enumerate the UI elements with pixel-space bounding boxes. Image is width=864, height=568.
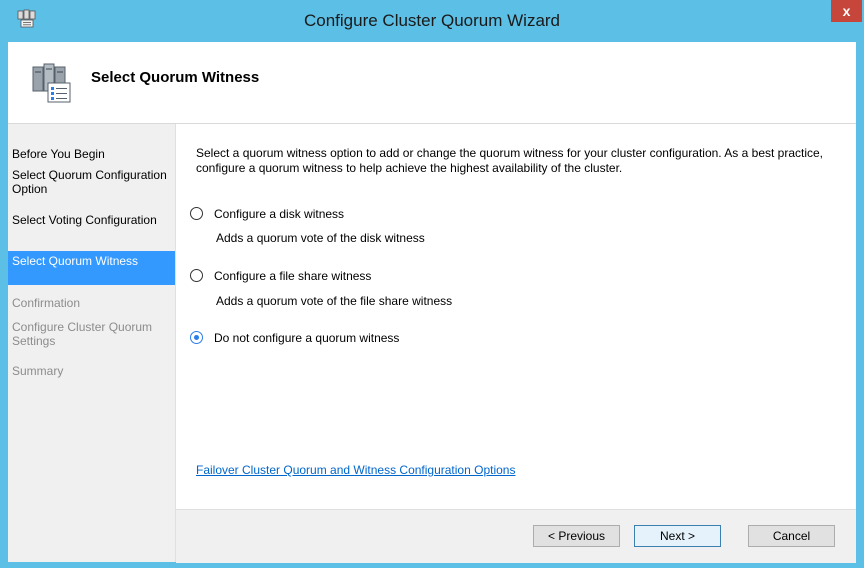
previous-button[interactable]: < Previous [533,525,620,547]
page-title: Select Quorum Witness [91,69,260,86]
cancel-button[interactable]: Cancel [748,525,835,547]
step-confirmation: Confirmation [12,296,81,310]
step-summary: Summary [12,364,64,378]
wizard-content: Select a quorum witness option to add or… [176,124,856,509]
step-select-quorum-witness[interactable]: Select Quorum Witness [8,251,175,285]
file-share-witness-label[interactable]: Configure a file share witness [214,269,371,283]
wizard-footer: < Previous Next > Cancel [176,509,856,563]
close-button[interactable]: x [831,0,862,22]
file-share-witness-radio[interactable] [190,269,203,282]
instructions-text: Select a quorum witness option to add or… [196,146,824,175]
quorum-help-link[interactable]: Failover Cluster Quorum and Witness Conf… [196,463,515,477]
step-select-quorum-configuration-option[interactable]: Select Quorum Configuration Option [8,168,175,196]
disk-witness-description: Adds a quorum vote of the disk witness [216,231,425,245]
no-witness-label[interactable]: Do not configure a quorum witness [214,331,399,345]
step-configure-cluster-quorum-settings: Configure Cluster Quorum Settings [12,320,153,348]
wizard-header: Select Quorum Witness [8,42,856,124]
step-select-voting-configuration[interactable]: Select Voting Configuration [8,213,175,227]
disk-witness-radio[interactable] [190,207,203,220]
window-title: Configure Cluster Quorum Wizard [303,11,561,30]
wizard-steps-sidebar: Before You Begin Select Quorum Configura… [8,124,176,562]
wizard-window: Configure Cluster Quorum Wizard x Select… [0,0,864,568]
file-share-witness-description: Adds a quorum vote of the file share wit… [216,294,453,308]
step-before-you-begin[interactable]: Before You Begin [8,147,175,161]
wizard-body: Select Quorum Witness Before You Begin S… [8,42,856,563]
title-bar[interactable]: Configure Cluster Quorum Wizard x [0,0,864,42]
no-witness-radio[interactable] [190,331,203,344]
disk-witness-label[interactable]: Configure a disk witness [214,207,344,221]
cluster-server-icon [32,63,71,103]
next-button[interactable]: Next > [634,525,721,547]
